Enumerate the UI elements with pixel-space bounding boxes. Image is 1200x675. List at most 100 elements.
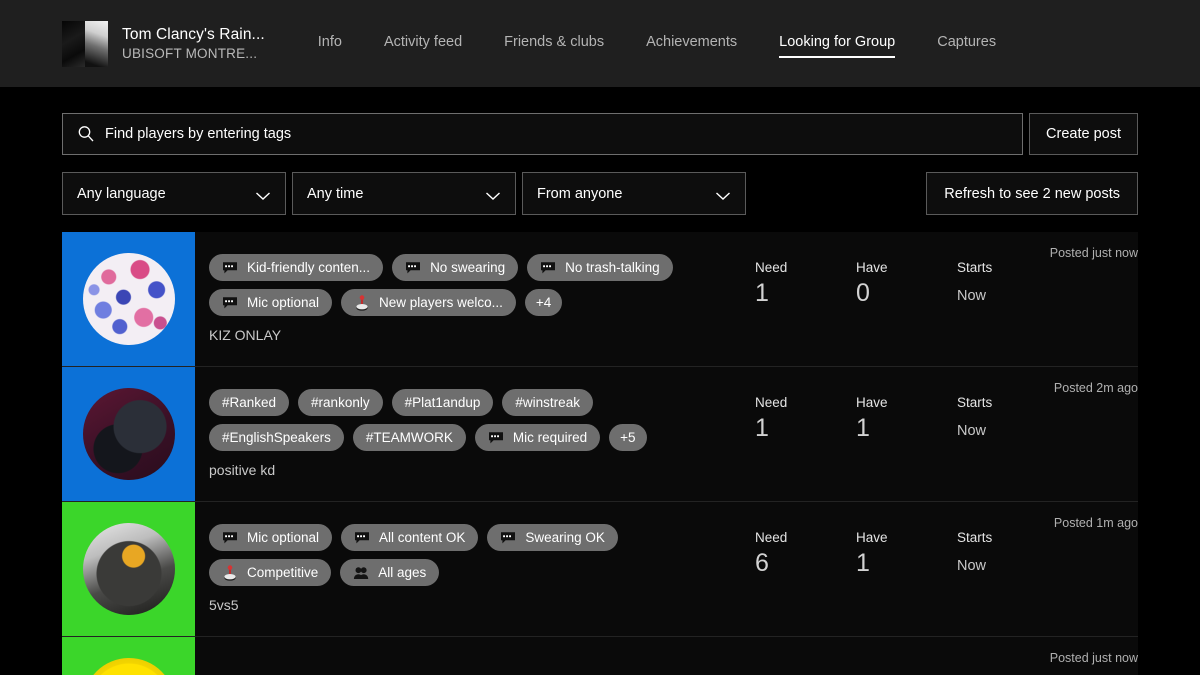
- post-body: Posted just now: [195, 637, 1138, 675]
- chevron-down-icon: [715, 189, 731, 199]
- stat-need: Need 1: [755, 395, 856, 443]
- post-timestamp: Posted just now: [1050, 246, 1138, 260]
- post-timestamp: Posted just now: [1050, 651, 1138, 665]
- post-tag[interactable]: #winstreak: [502, 389, 593, 416]
- lfg-post-row[interactable]: #Ranked #rankonly #Plat1andup #winstreak #En…: [62, 367, 1138, 502]
- filter-language-value: Any language: [77, 186, 166, 202]
- filter-audience-value: From anyone: [537, 186, 622, 202]
- post-avatar-tile[interactable]: [62, 637, 195, 675]
- post-stats: Need1Have0StartsNow: [755, 260, 1058, 308]
- chevron-down-icon: [485, 189, 501, 199]
- post-tag-label: #winstreak: [515, 395, 580, 410]
- post-tag[interactable]: #rankonly: [298, 389, 383, 416]
- post-tag-label: Mic optional: [247, 530, 319, 545]
- lfg-post-list: Kid-friendly conten... No swearing No tras…: [0, 232, 1200, 675]
- search-box[interactable]: [62, 113, 1023, 155]
- stat-have-label: Have: [856, 395, 957, 410]
- game-title: Tom Clancy's Rain...: [122, 25, 265, 45]
- search-row: Create post: [62, 113, 1138, 155]
- post-tag-label: #Ranked: [222, 395, 276, 410]
- post-tag-list: Mic optional All content OK Swearing OK Com…: [209, 524, 719, 586]
- lfg-post-row[interactable]: Mic optional All content OK Swearing OK Com…: [62, 502, 1138, 637]
- avatar-flowers: [83, 253, 175, 345]
- post-avatar-tile[interactable]: [62, 232, 195, 366]
- filter-time-value: Any time: [307, 186, 363, 202]
- stat-need: Need6: [755, 530, 856, 578]
- stat-starts: StartsNow: [957, 395, 1058, 443]
- post-tag[interactable]: #Plat1andup: [392, 389, 494, 416]
- post-tag-label: No swearing: [430, 260, 505, 275]
- post-tag-label: #EnglishSpeakers: [222, 430, 331, 445]
- stat-starts-value: Now: [957, 288, 1058, 304]
- lfg-toolbar: Create post Any language Any time From any…: [0, 87, 1200, 215]
- avatar-spartan: [83, 523, 175, 615]
- post-tag[interactable]: Kid-friendly conten...: [209, 254, 383, 281]
- post-tag[interactable]: Mic optional: [209, 289, 332, 316]
- stat-starts-value: Now: [957, 558, 1058, 574]
- post-body: #Ranked #rankonly #Plat1andup #winstreak #En…: [195, 367, 1138, 501]
- nav-item-friends-clubs[interactable]: Friends & clubs: [504, 34, 604, 54]
- chat-bubble-icon: [540, 260, 556, 276]
- filter-time[interactable]: Any time: [292, 172, 516, 215]
- game-publisher: UBISOFT MONTRE...: [122, 45, 265, 62]
- nav-item-looking-for-group[interactable]: Looking for Group: [779, 34, 895, 54]
- post-tag-label: Kid-friendly conten...: [247, 260, 370, 275]
- post-tag[interactable]: Competitive: [209, 559, 331, 586]
- post-tag[interactable]: All ages: [340, 559, 439, 586]
- stat-starts: StartsNow: [957, 530, 1058, 578]
- stat-have-value: 1: [856, 549, 957, 578]
- post-tag[interactable]: All content OK: [341, 524, 478, 551]
- post-tag-label: All ages: [378, 565, 426, 580]
- stat-starts-label: Starts: [957, 395, 1058, 410]
- post-avatar-tile[interactable]: [62, 502, 195, 636]
- post-timestamp: Posted 2m ago: [1054, 381, 1138, 395]
- post-body: Kid-friendly conten... No swearing No tras…: [195, 232, 1138, 366]
- post-tag[interactable]: No swearing: [392, 254, 518, 281]
- game-identity[interactable]: Tom Clancy's Rain... UBISOFT MONTRE...: [62, 21, 265, 67]
- stat-have-value: 1: [856, 414, 957, 443]
- lfg-post-row[interactable]: Posted just now: [62, 637, 1138, 675]
- post-tag[interactable]: #Ranked: [209, 389, 289, 416]
- app-header: Tom Clancy's Rain... UBISOFT MONTRE... I…: [0, 0, 1200, 87]
- post-tag-label: #rankonly: [311, 395, 370, 410]
- post-tag[interactable]: #EnglishSpeakers: [209, 424, 344, 451]
- stat-need-label: Need: [755, 260, 856, 275]
- post-title: positive kd: [209, 462, 1138, 478]
- search-input[interactable]: [105, 126, 1008, 142]
- post-stats: Need6Have 1StartsNow: [755, 530, 1058, 578]
- post-tag-label: Mic required: [513, 430, 587, 445]
- nav-item-captures[interactable]: Captures: [937, 34, 996, 54]
- stat-have: Have 1: [856, 395, 957, 443]
- lfg-post-row[interactable]: Kid-friendly conten... No swearing No tras…: [62, 232, 1138, 367]
- post-tag[interactable]: New players welco...: [341, 289, 516, 316]
- stat-have-label: Have: [856, 530, 957, 545]
- stat-need-label: Need: [755, 395, 856, 410]
- post-tag[interactable]: Mic optional: [209, 524, 332, 551]
- post-tag-label: #Plat1andup: [405, 395, 481, 410]
- post-tag-label: +4: [536, 295, 551, 310]
- post-tag[interactable]: Swearing OK: [487, 524, 618, 551]
- post-tag[interactable]: #TEAMWORK: [353, 424, 466, 451]
- avatar-sun: [83, 658, 175, 675]
- post-tag[interactable]: Mic required: [475, 424, 600, 451]
- nav-item-info[interactable]: Info: [318, 34, 342, 54]
- create-post-button[interactable]: Create post: [1029, 113, 1138, 155]
- refresh-posts-button[interactable]: Refresh to see 2 new posts: [926, 172, 1138, 215]
- post-stats: Need1Have1StartsNow: [755, 395, 1058, 443]
- post-tag-overflow[interactable]: +4: [525, 289, 562, 316]
- stat-have: Have 1: [856, 530, 957, 578]
- stat-need-value: 1: [755, 414, 856, 443]
- post-avatar-tile[interactable]: [62, 367, 195, 501]
- nav-item-activity-feed[interactable]: Activity feed: [384, 34, 462, 54]
- filter-audience[interactable]: From anyone: [522, 172, 746, 215]
- stat-have: Have0: [856, 260, 957, 308]
- post-tag[interactable]: No trash-talking: [527, 254, 673, 281]
- stat-starts: StartsNow: [957, 260, 1058, 308]
- game-box-art-icon: [62, 21, 108, 67]
- filter-language[interactable]: Any language: [62, 172, 286, 215]
- post-tag-list: Kid-friendly conten... No swearing No tras…: [209, 254, 719, 316]
- post-tag-overflow[interactable]: +5: [609, 424, 646, 451]
- post-title: KIZ ONLAY: [209, 327, 1138, 343]
- nav-item-achievements[interactable]: Achievements: [646, 34, 737, 54]
- post-tag-label: #TEAMWORK: [366, 430, 453, 445]
